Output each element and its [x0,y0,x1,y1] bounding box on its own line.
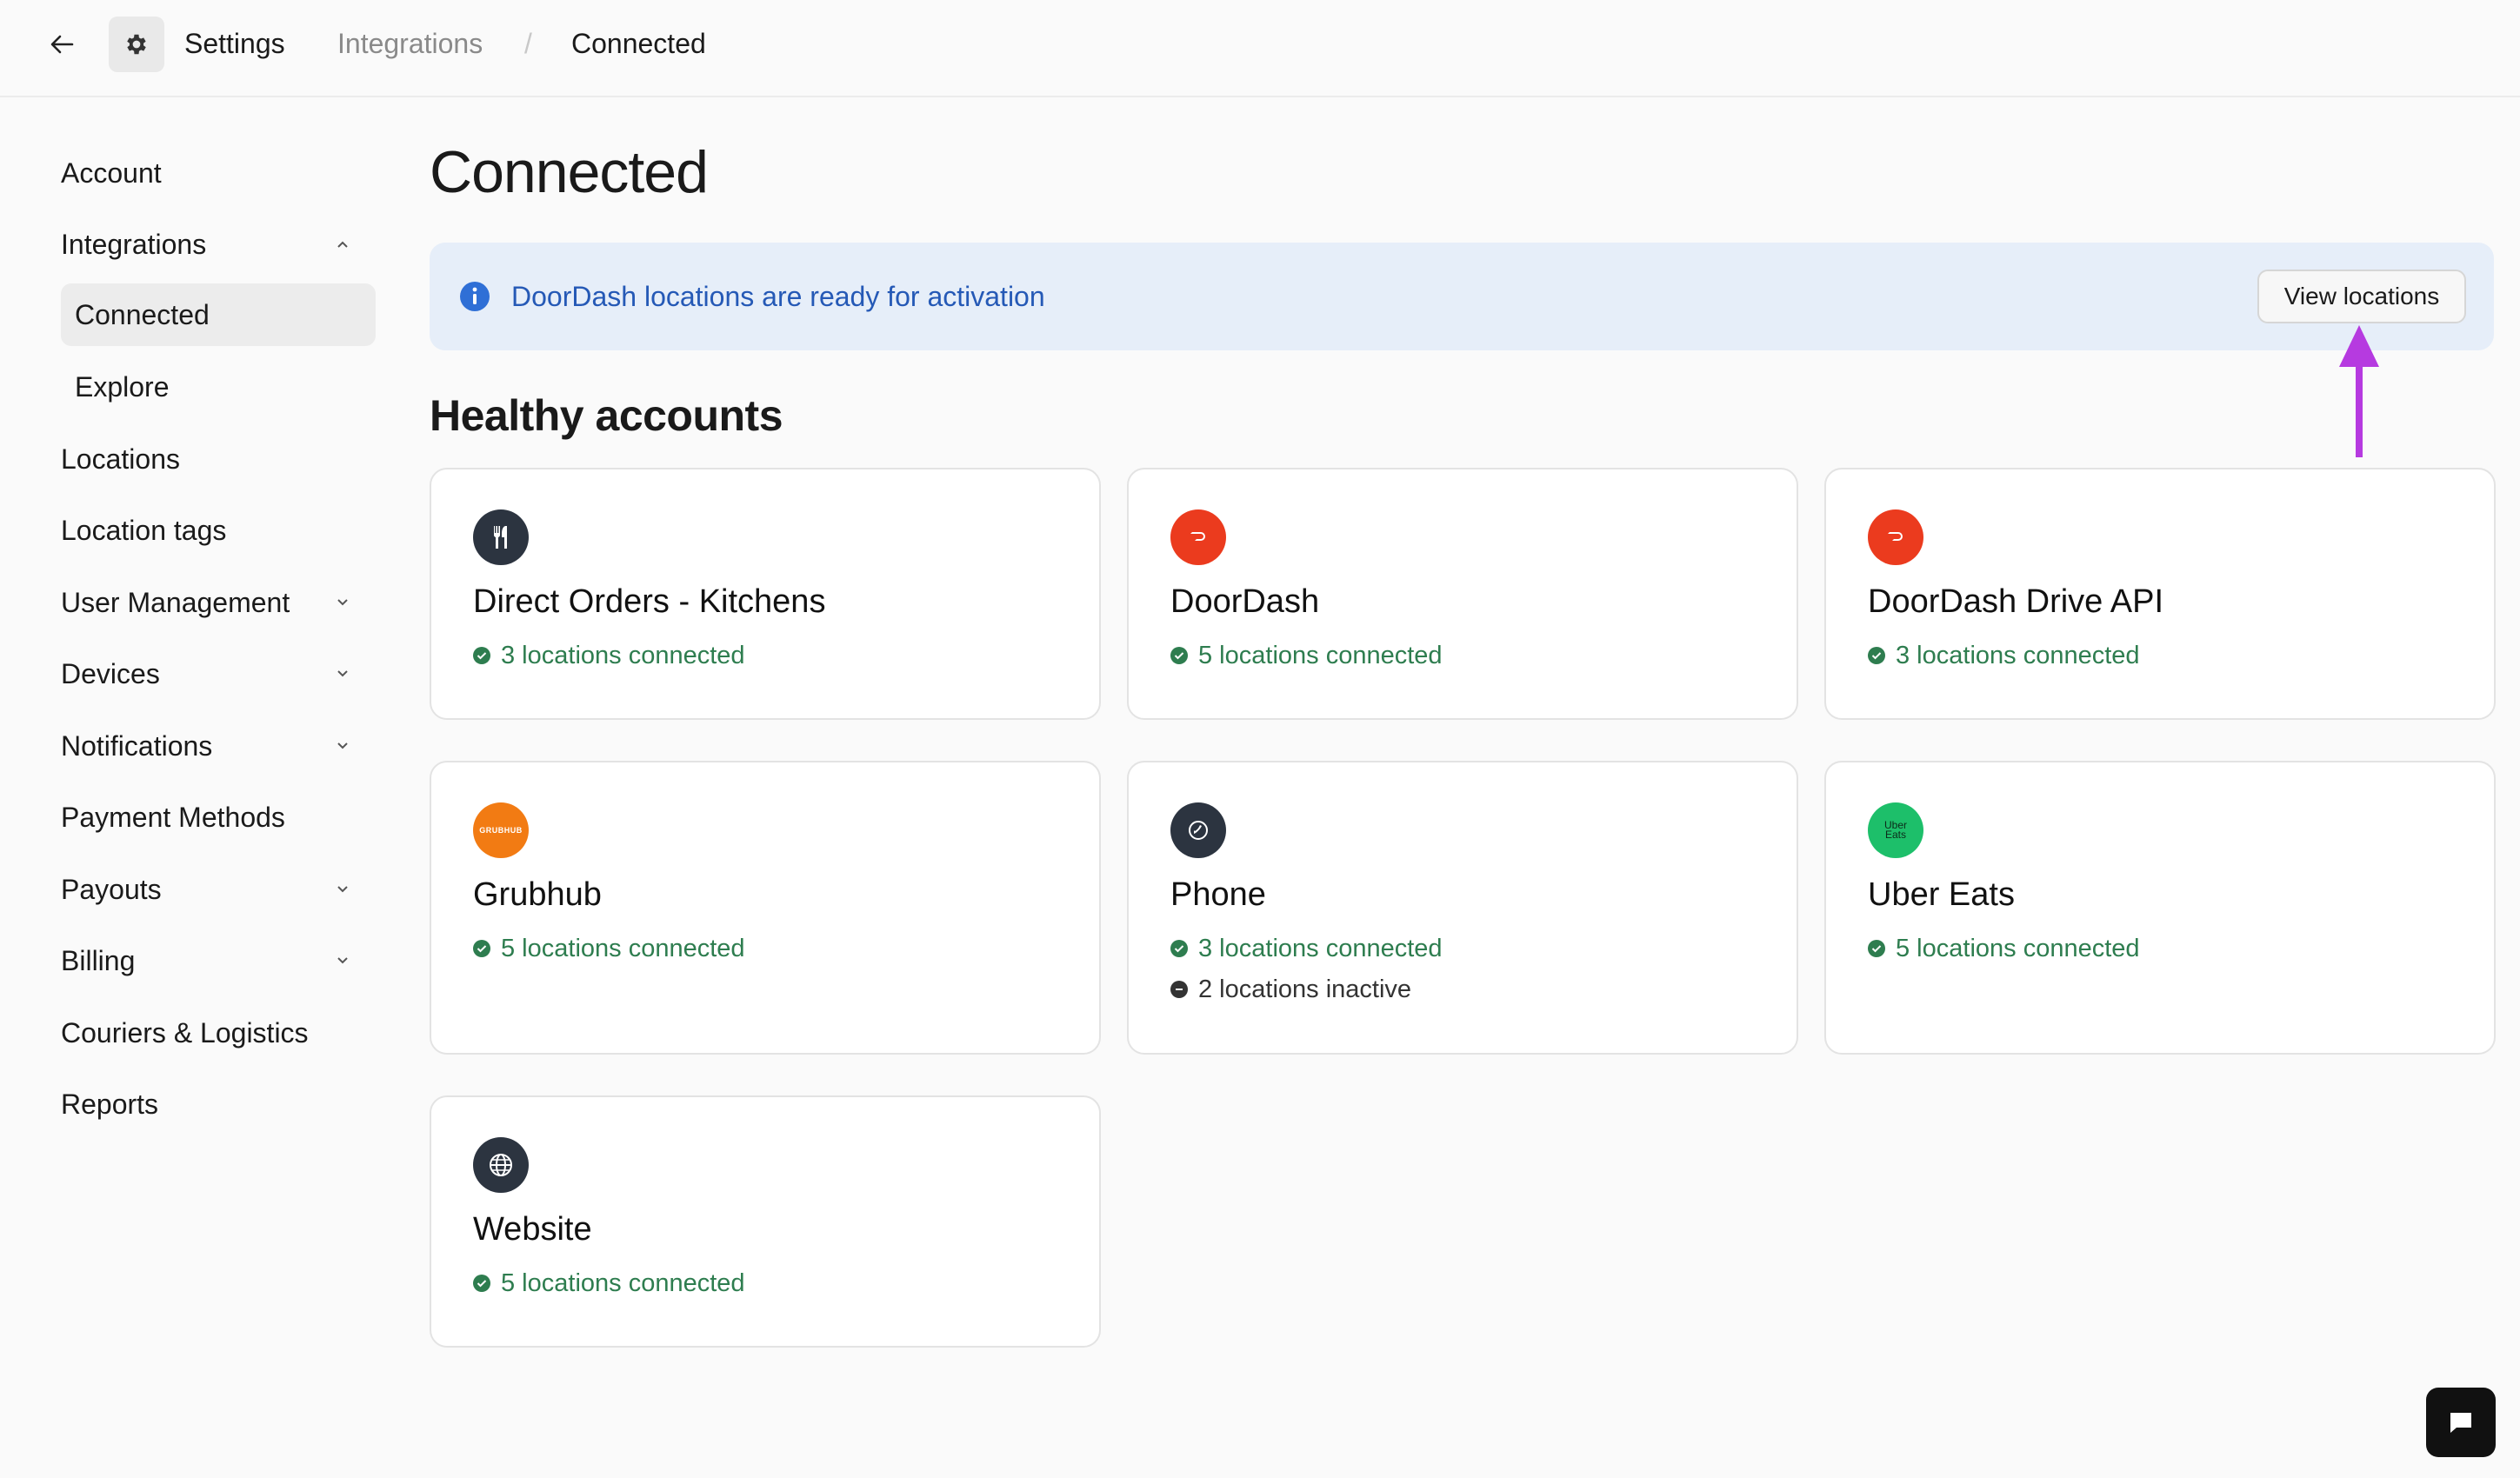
chevron-down-icon [332,736,353,756]
globe-icon [473,1137,529,1193]
status-text: 5 locations connected [1198,642,1443,669]
banner-message: DoorDash locations are ready for activat… [511,281,1045,312]
status-text: 3 locations connected [501,642,745,669]
breadcrumb-integrations[interactable]: Integrations [337,26,483,61]
chevron-up-icon [332,234,353,255]
doordash-logo-icon [1868,509,1923,565]
status-text: 5 locations connected [1896,935,2140,962]
fork-knife-icon [473,509,529,565]
sidebar-item-user-management[interactable]: User Management [61,571,374,634]
sidebar-item-account[interactable]: Account [61,142,374,204]
sidebar-item-label: Payment Methods [61,801,285,833]
sidebar-item-reports[interactable]: Reports [61,1073,374,1135]
sidebar-item-label: Integrations [61,228,207,260]
status-connected: 5 locations connected [1868,933,2140,964]
sidebar-item-label: Billing [61,944,136,976]
breadcrumb-current: Connected [571,28,706,59]
card-title: Direct Orders - Kitchens [473,583,826,620]
status-connected: 3 locations connected [473,640,745,671]
chevron-down-icon [332,879,353,900]
sidebar-item-location-tags[interactable]: Location tags [61,499,374,562]
sidebar-item-label: Explore [75,370,170,403]
page-title: Connected [430,139,709,205]
chat-support-button[interactable] [2426,1388,2496,1457]
breadcrumb-settings[interactable]: Settings [184,26,285,61]
sidebar-item-devices[interactable]: Devices [61,642,374,705]
phone-icon [1170,802,1226,858]
status-connected: 5 locations connected [1170,640,1443,671]
minus-circle-icon [1170,981,1188,998]
check-circle-icon [473,647,490,664]
status-text: 2 locations inactive [1198,975,1412,1003]
status-text: 5 locations connected [501,1269,745,1297]
status-text: 3 locations connected [1198,935,1443,962]
status-text: 5 locations connected [501,935,745,962]
sidebar-item-label: Payouts [61,873,162,905]
status-inactive: 2 locations inactive [1170,974,1411,1005]
card-title: Uber Eats [1868,876,2015,913]
sidebar-item-label: Couriers & Logistics [61,1016,309,1049]
sidebar-item-label: Locations [61,443,180,475]
sidebar-item-connected[interactable]: Connected [61,283,376,346]
info-icon [459,281,490,312]
check-circle-icon [473,1275,490,1292]
chevron-down-icon [332,592,353,613]
card-title: Grubhub [473,876,602,913]
grubhub-logo-icon: GRUBHUB [473,802,529,858]
card-title: Phone [1170,876,1266,913]
sidebar-item-label: Account [61,156,162,189]
integration-card-direct-orders[interactable]: Direct Orders - Kitchens 3 locations con… [430,468,1101,720]
chevron-down-icon [332,950,353,971]
sidebar-item-billing[interactable]: Billing [61,929,374,992]
breadcrumb-separator: / [524,28,532,59]
integration-card-phone[interactable]: Phone 3 locations connected 2 locations … [1127,761,1798,1055]
activation-banner: DoorDash locations are ready for activat… [430,243,2494,350]
doordash-logo-icon [1170,509,1226,565]
sidebar-item-notifications[interactable]: Notifications [61,715,374,777]
annotation-arrow-icon [2339,325,2379,457]
chevron-down-icon [332,663,353,684]
section-title-healthy-accounts: Healthy accounts [430,391,783,440]
back-arrow-icon[interactable] [43,26,80,63]
settings-gear-icon[interactable] [109,17,164,72]
integration-card-grubhub[interactable]: GRUBHUB Grubhub 5 locations connected [430,761,1101,1055]
chat-bubble-icon [2450,1413,2471,1433]
sidebar-item-payment-methods[interactable]: Payment Methods [61,786,374,849]
status-connected: 5 locations connected [473,933,745,964]
sidebar-item-couriers-logistics[interactable]: Couriers & Logistics [61,1002,374,1064]
check-circle-icon [1868,940,1885,957]
sidebar-item-label: Devices [61,657,160,689]
integration-card-website[interactable]: Website 5 locations connected [430,1095,1101,1348]
sidebar-item-locations[interactable]: Locations [61,428,374,490]
sidebar-item-label: Connected [75,298,210,330]
status-connected: 3 locations connected [1170,933,1443,964]
top-bar: Settings Integrations / Connected [0,0,2520,97]
integration-card-doordash[interactable]: DoorDash 5 locations connected [1127,468,1798,720]
status-connected: 5 locations connected [473,1268,745,1299]
sidebar: Account Integrations Connected Explore L… [0,97,400,1478]
status-connected: 3 locations connected [1868,640,2140,671]
status-text: 3 locations connected [1896,642,2140,669]
uber-eats-logo-text-bottom: Eats [1884,829,1906,841]
sidebar-item-integrations[interactable]: Integrations [61,213,374,276]
view-locations-button[interactable]: View locations [2257,270,2466,323]
sidebar-item-label: Reports [61,1088,159,1120]
uber-eats-logo-icon: Uber Eats [1868,802,1923,858]
sidebar-item-label: User Management [61,586,290,618]
card-title: DoorDash Drive API [1868,583,2164,620]
integration-card-doordash-drive-api[interactable]: DoorDash Drive API 3 locations connected [1824,468,2496,720]
check-circle-icon [1170,647,1188,664]
card-title: DoorDash [1170,583,1320,620]
sidebar-item-label: Location tags [61,514,227,546]
sidebar-item-explore[interactable]: Explore [61,356,376,418]
grubhub-logo-text: GRUBHUB [479,826,523,835]
integration-card-uber-eats[interactable]: Uber Eats Uber Eats 5 locations connecte… [1824,761,2496,1055]
sidebar-item-payouts[interactable]: Payouts [61,858,374,921]
card-title: Website [473,1211,592,1248]
check-circle-icon [473,940,490,957]
check-circle-icon [1868,647,1885,664]
sidebar-item-label: Notifications [61,729,213,762]
check-circle-icon [1170,940,1188,957]
